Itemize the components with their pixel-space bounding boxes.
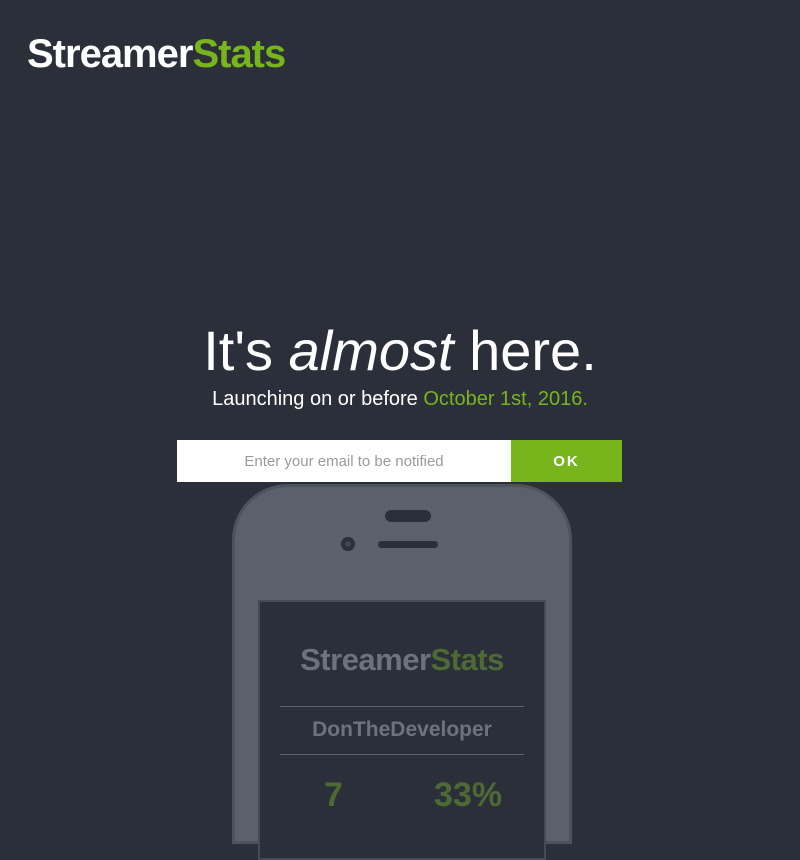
phone-logo-streamer: Streamer [300,642,431,677]
phone-logo: StreamerStats [260,642,544,678]
phone-sensor [378,541,438,548]
phone-stat-count: 7 [324,776,343,814]
headline-end: here. [453,319,597,382]
phone-username: DonTheDeveloper [312,718,492,741]
phone-camera [341,537,355,551]
phone-mockup: StreamerStats DonTheDeveloper 7 33% [232,484,572,860]
launch-subline: Launching on or before October 1st, 2016… [0,384,800,414]
phone-speaker [385,510,431,522]
phone-screen: StreamerStats DonTheDeveloper 7 33% [258,600,546,860]
email-input[interactable] [177,440,511,482]
headline-emphasis: almost [288,319,454,382]
logo-text-streamer: Streamer [27,32,193,76]
brand-logo[interactable]: StreamerStats [27,30,286,78]
phone-stat-percent: 33% [434,776,503,814]
hero-section: It's almost here. Launching on or before… [0,318,800,414]
phone-logo-stats: Stats [430,642,505,677]
headline-start: It's [203,319,289,382]
email-signup-form: OK [177,440,622,482]
hero-headline: It's almost here. [0,318,800,384]
subline-prefix: Launching on or before [212,388,424,410]
divider [280,706,524,707]
divider [280,754,524,755]
submit-button[interactable]: OK [511,440,622,482]
launch-date: October 1st, 2016. [423,388,588,410]
logo-text-stats: Stats [192,32,286,76]
